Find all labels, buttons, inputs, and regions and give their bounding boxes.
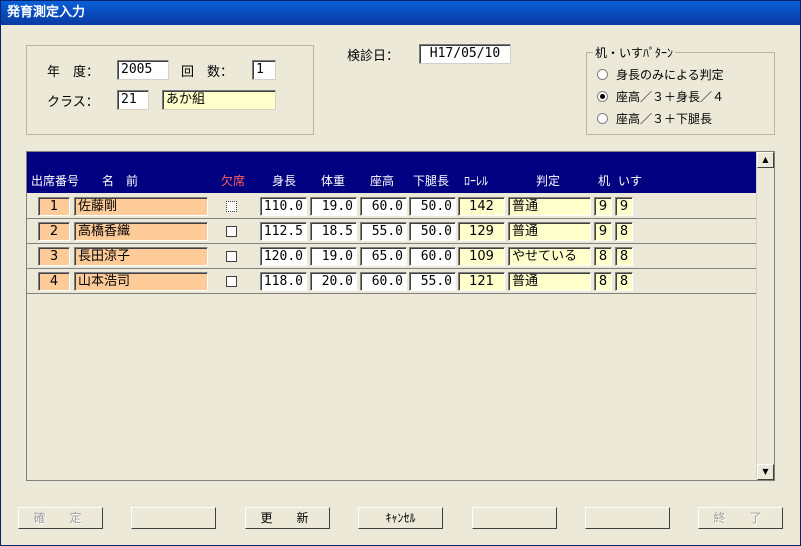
leg-length-input[interactable]: 50.0 [409,222,456,241]
exit-button[interactable]: 終 了 [698,507,783,529]
count-label: 回 数： [181,65,234,80]
height-input[interactable]: 120.0 [260,247,307,266]
col-header-sitting: 座高 [370,174,395,188]
table-row: 2 高橋香織 112.5 18.5 55.0 50.0 129 普通 9 8 [27,219,757,244]
weight-input[interactable]: 19.0 [310,247,357,266]
radio-icon [597,69,608,80]
radio-selected-icon [597,91,608,102]
pattern-option-label: 座高／３＋身長／４ [616,90,725,104]
rohrer-index: 142 [458,197,505,216]
blank-button-1[interactable] [131,507,216,529]
judgement: 普通 [508,272,591,291]
col-header-name: 名 前 [102,174,139,188]
row-name: 高橋香織 [74,222,208,241]
table-row: 3 長田涼子 120.0 19.0 65.0 60.0 109 やせている 8 … [27,244,757,269]
height-input[interactable]: 118.0 [260,272,307,291]
sitting-height-input[interactable]: 60.0 [360,197,407,216]
chair-size: 9 [615,197,633,216]
class-name-field: あか組 [162,90,276,110]
col-header-judgement: 判定 [536,174,561,188]
judgement: 普通 [508,222,591,241]
radio-icon [597,113,608,124]
student-grid: 出席番号 名 前 欠席 身長 体重 座高 下腿長 ﾛｰﾚﾙ 判定 机 いす 1 … [26,151,775,481]
absent-checkbox[interactable] [226,201,237,212]
absent-checkbox[interactable] [226,276,237,287]
pattern-option-label: 身長のみによる判定 [616,68,724,82]
row-number: 2 [38,222,70,241]
chair-size: 8 [615,222,633,241]
col-header-rohrer: ﾛｰﾚﾙ [464,174,489,188]
pattern-option-sitting-leg[interactable]: 座高／３＋下腿長 [597,110,712,128]
table-row: 1 佐藤剛 110.0 19.0 60.0 50.0 142 普通 9 9 [27,194,757,219]
blank-button-2[interactable] [472,507,557,529]
main-window: 発育測定入力 年 度： 2005 回 数： 1 クラス： 21 あか組 検診日：… [0,0,801,546]
col-header-chair: いす [618,174,643,188]
desk-size: 9 [594,222,612,241]
absent-checkbox[interactable] [226,226,237,237]
col-header-number: 出席番号 [31,174,80,188]
col-header-height: 身長 [272,174,297,188]
grid-header: 出席番号 名 前 欠席 身長 体重 座高 下腿長 ﾛｰﾚﾙ 判定 机 いす [27,152,757,193]
year-label: 年 度： [47,65,100,80]
weight-input[interactable]: 19.0 [310,197,357,216]
desk-size: 8 [594,247,612,266]
chair-size: 8 [615,247,633,266]
col-header-weight: 体重 [321,174,346,188]
weight-input[interactable]: 20.0 [310,272,357,291]
arrow-up-icon[interactable]: ▲ [757,152,774,168]
row-name: 佐藤剛 [74,197,208,216]
row-name: 山本浩司 [74,272,208,291]
blank-button-3[interactable] [585,507,670,529]
exam-date-input[interactable]: H17/05/10 [419,44,511,64]
row-number: 4 [38,272,70,291]
desk-size: 9 [594,197,612,216]
pattern-option-sitting-height[interactable]: 座高／３＋身長／４ [597,88,724,106]
leg-length-input[interactable]: 55.0 [409,272,456,291]
col-header-desk: 机 [598,174,611,188]
pattern-option-height-only[interactable]: 身長のみによる判定 [597,66,724,84]
year-input[interactable]: 2005 [117,60,169,80]
row-divider [27,293,757,294]
update-button[interactable]: 更 新 [245,507,330,529]
table-row: 4 山本浩司 118.0 20.0 60.0 55.0 121 普通 8 8 [27,269,757,294]
rohrer-index: 129 [458,222,505,241]
pattern-group: 机・いすﾊﾟﾀｰﾝ 身長のみによる判定 座高／３＋身長／４ 座高／３＋下腿長 [586,44,775,135]
arrow-down-icon[interactable]: ▼ [757,464,774,480]
col-header-absent: 欠席 [221,174,246,188]
confirm-button[interactable]: 確 定 [18,507,103,529]
judgement: やせている [508,247,591,266]
desk-size: 8 [594,272,612,291]
class-label: クラス： [47,95,99,110]
window-title: 発育測定入力 [1,1,800,25]
judgement: 普通 [508,197,591,216]
rohrer-index: 121 [458,272,505,291]
vertical-scrollbar[interactable]: ▲ ▼ [756,152,774,480]
sitting-height-input[interactable]: 65.0 [360,247,407,266]
cancel-button[interactable]: ｷｬﾝｾﾙ [358,507,443,529]
chair-size: 8 [615,272,633,291]
weight-input[interactable]: 18.5 [310,222,357,241]
row-number: 3 [38,247,70,266]
pattern-option-label: 座高／３＋下腿長 [616,112,713,126]
rohrer-index: 109 [458,247,505,266]
count-input[interactable]: 1 [252,60,276,80]
row-number: 1 [38,197,70,216]
leg-length-input[interactable]: 50.0 [409,197,456,216]
row-name: 長田涼子 [74,247,208,266]
sitting-height-input[interactable]: 55.0 [360,222,407,241]
leg-length-input[interactable]: 60.0 [409,247,456,266]
sitting-height-input[interactable]: 60.0 [360,272,407,291]
exam-date-label: 検診日： [347,49,400,64]
absent-checkbox[interactable] [226,251,237,262]
class-code-input[interactable]: 21 [117,90,149,110]
height-input[interactable]: 112.5 [260,222,307,241]
height-input[interactable]: 110.0 [260,197,307,216]
pattern-legend: 机・いすﾊﾟﾀｰﾝ [593,44,676,61]
col-header-leg: 下腿長 [413,174,450,188]
